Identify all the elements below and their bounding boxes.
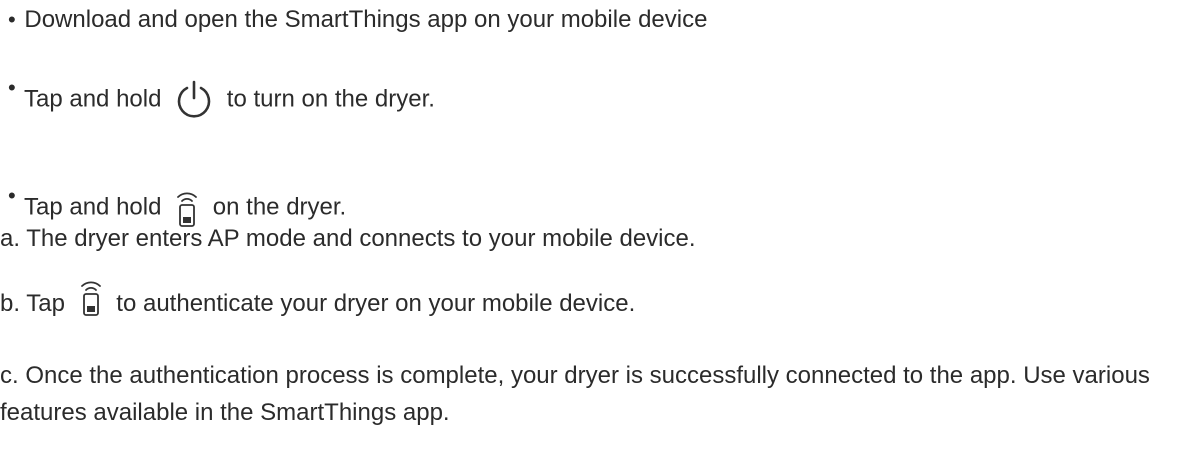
- bullet-dot: •: [8, 7, 16, 32]
- bullet-text: Download and open the SmartThings app on…: [24, 6, 708, 33]
- bullet-item-hold-remote: • Tap and hold on the dryer.: [8, 183, 1194, 228]
- step-b-text-before: b. Tap: [0, 290, 65, 317]
- bullet-item-download: • Download and open the SmartThings app …: [8, 6, 707, 34]
- bullet-dot: •: [8, 75, 16, 100]
- bullet-text-before: Tap and hold: [24, 85, 162, 113]
- step-a-text: a. The dryer enters AP mode and connects…: [0, 225, 696, 252]
- bullet-text-after: to turn on the dryer.: [226, 85, 435, 113]
- bullet-text-after: on the dryer.: [212, 193, 347, 221]
- bullet-dot: •: [8, 183, 16, 208]
- step-b: b. Tap to authenticate your dryer on you…: [0, 281, 636, 318]
- step-a: a. The dryer enters AP mode and connects…: [0, 225, 696, 253]
- step-c: c. Once the authentication process is co…: [0, 357, 1180, 431]
- step-b-text-after: to authenticate your dryer on your mobil…: [116, 290, 636, 317]
- bullet-item-power-on: • Tap and hold to turn on the dryer.: [8, 75, 1194, 120]
- step-c-text: c. Once the authentication process is co…: [0, 362, 1150, 426]
- remote-smart-control-icon: [174, 188, 200, 228]
- power-icon: [174, 80, 214, 120]
- bullet-text-before: Tap and hold: [24, 193, 162, 221]
- remote-smart-control-icon: [78, 277, 104, 317]
